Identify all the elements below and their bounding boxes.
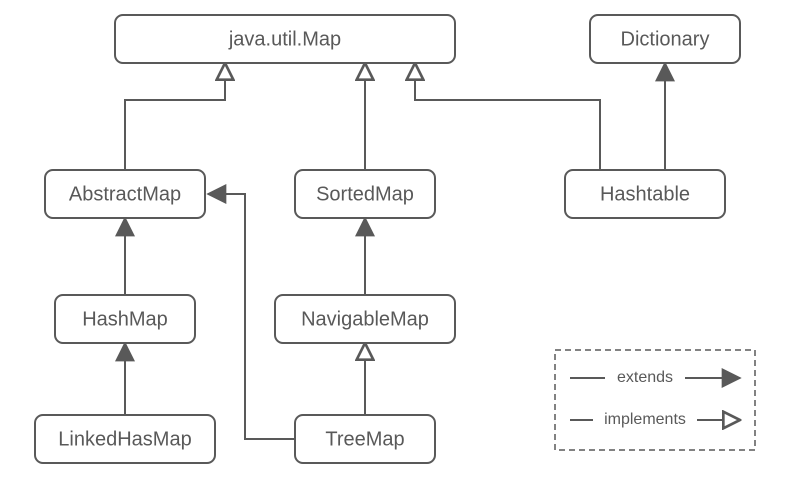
node-navigablemap: NavigableMap <box>275 295 455 343</box>
node-hashtable-label: Hashtable <box>600 183 690 205</box>
node-navigablemap-label: NavigableMap <box>301 308 429 330</box>
node-linkedhasmap-label: LinkedHasMap <box>58 428 191 450</box>
node-map-label: java.util.Map <box>228 28 341 50</box>
legend: extends implements <box>555 350 755 450</box>
node-dictionary: Dictionary <box>590 15 740 63</box>
node-treemap-label: TreeMap <box>325 428 404 450</box>
class-hierarchy-diagram: java.util.Map Dictionary AbstractMap Sor… <box>0 0 789 500</box>
legend-extends-label: extends <box>617 369 673 386</box>
node-hashtable: Hashtable <box>565 170 725 218</box>
node-sortedmap-label: SortedMap <box>316 183 414 205</box>
node-hashmap: HashMap <box>55 295 195 343</box>
node-abstractmap: AbstractMap <box>45 170 205 218</box>
node-dictionary-label: Dictionary <box>621 28 710 50</box>
node-linkedhasmap: LinkedHasMap <box>35 415 215 463</box>
node-map: java.util.Map <box>115 15 455 63</box>
node-hashmap-label: HashMap <box>82 308 168 330</box>
node-sortedmap: SortedMap <box>295 170 435 218</box>
edge-hashtable-map <box>415 63 600 170</box>
legend-implements-label: implements <box>604 411 686 428</box>
node-treemap: TreeMap <box>295 415 435 463</box>
node-abstractmap-label: AbstractMap <box>69 183 181 205</box>
edge-abstractmap-map <box>125 63 225 170</box>
